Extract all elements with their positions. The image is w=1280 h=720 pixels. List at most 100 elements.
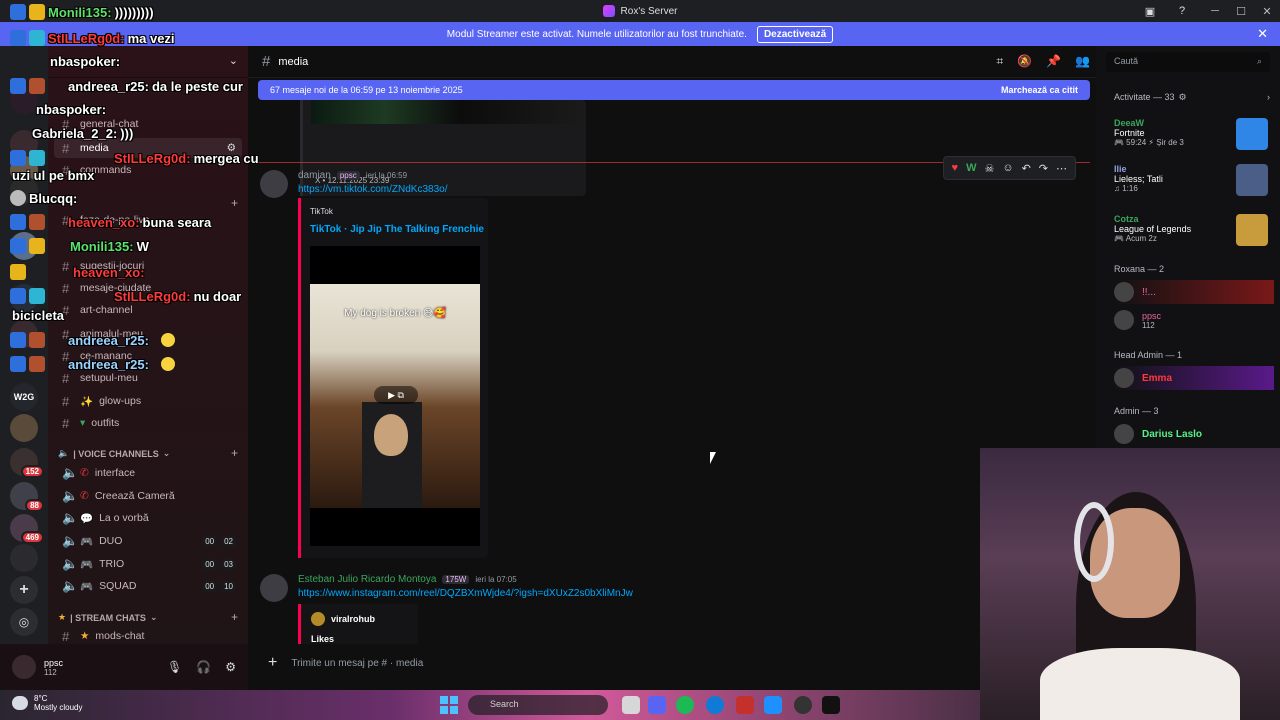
category-stream-chats[interactable]: ★ | STREAM CHATS ⌄ (58, 612, 157, 623)
mark-read-button[interactable]: Marchează ca citit (1001, 85, 1078, 95)
app-icon[interactable] (764, 696, 782, 714)
message-link[interactable]: https://vm.tiktok.com/ZNdKc383o/ (298, 184, 448, 195)
message-author[interactable]: Esteban Julio Ricardo Montoya (298, 574, 436, 585)
minimize-button[interactable]: ─ (1202, 5, 1228, 17)
channel-mods-chat[interactable]: # ★ mods-chat (54, 626, 242, 644)
server-icon[interactable] (10, 284, 38, 312)
message-author[interactable]: damian (298, 170, 331, 181)
activity-item[interactable]: Cotza League of Legends 🎮 Acum 2z (1114, 214, 1274, 250)
channel-commands[interactable]: # commands (54, 160, 242, 180)
w2g-server-icon[interactable]: W2G (10, 383, 38, 411)
server-icon[interactable] (10, 176, 38, 204)
member-item[interactable]: ppsc 112 (1114, 308, 1274, 332)
gear-icon[interactable]: ⚙ (225, 660, 236, 674)
w-reaction-icon[interactable]: W (966, 162, 976, 174)
channel-mesaje-ciudate[interactable]: # mesaje-ciudate (54, 278, 242, 298)
member-item[interactable]: Darius Laslo (1114, 422, 1274, 446)
add-reaction-icon[interactable]: ☺ (1002, 162, 1013, 174)
server-icon[interactable]: 88 (10, 482, 44, 512)
settings-icon[interactable]: ⚙ (227, 142, 236, 154)
server-icon[interactable] (10, 320, 38, 348)
threads-icon[interactable]: ⌗ (996, 54, 1003, 69)
heart-reaction-icon[interactable]: ♥ (952, 162, 959, 174)
server-icon[interactable] (10, 130, 38, 158)
user-info[interactable]: ppsc 112 (44, 658, 63, 677)
server-icon[interactable] (10, 414, 38, 442)
discord-icon[interactable] (648, 696, 666, 714)
avatar[interactable] (260, 574, 288, 602)
windows-start-icon[interactable] (440, 696, 458, 714)
channel-glow-ups[interactable]: # ✨ glow-ups (54, 391, 242, 411)
voice-interface[interactable]: 🔈 ✆ interface (54, 463, 242, 483)
close-banner-icon[interactable]: ✕ (1257, 26, 1268, 42)
spotify-icon[interactable] (676, 696, 694, 714)
channel-setupul-meu[interactable]: # setupul-meu (54, 368, 242, 388)
members-icon[interactable]: 👥 (1075, 54, 1090, 69)
file-explorer-icon[interactable] (622, 696, 640, 714)
close-window-button[interactable]: ✕ (1254, 5, 1280, 18)
voice-squad[interactable]: 🔈 🎮 SQUAD 00 10 (54, 576, 242, 596)
server-header[interactable]: ⌄ (48, 46, 248, 78)
voice-duo[interactable]: 🔈 🎮 DUO 00 02 (54, 531, 242, 551)
add-voice-channel-icon[interactable]: + (231, 446, 238, 460)
channel-ce-mananc[interactable]: # ce-mananc (54, 346, 242, 366)
microphone-icon[interactable]: 🎙 (167, 660, 182, 674)
help-icon[interactable]: ? (1174, 3, 1190, 19)
activity-item[interactable]: DeeaW Fortnite 🎮 59:24 ⚡ Șir de 3 (1114, 118, 1274, 154)
member-item[interactable]: !!... (1114, 280, 1274, 304)
avatar[interactable] (12, 655, 36, 679)
embed-video[interactable]: My dog is broken 😅🥰 ▶ ⧉ (310, 246, 480, 546)
member-item[interactable]: Emma (1114, 366, 1274, 390)
disable-streamer-mode-button[interactable]: Dezactivează (756, 25, 834, 43)
mute-bell-icon[interactable]: 🔕 (1017, 54, 1032, 69)
channel-sugestii-jocuri[interactable]: # sugestii-jocuri (54, 256, 242, 276)
add-stream-channel-icon[interactable]: + (231, 610, 238, 624)
voice-creeaza-camera[interactable]: 🔈 ✆ Creează Cameră (54, 486, 242, 506)
chevron-down-icon[interactable]: ⌄ (229, 54, 238, 67)
server-icon[interactable] (10, 544, 38, 572)
embed-account[interactable]: viralrohub (311, 612, 375, 626)
inbox-icon[interactable]: ▣ (1142, 3, 1158, 19)
add-server-icon[interactable]: + (10, 576, 38, 604)
gear-icon[interactable]: ⚙ (1179, 92, 1187, 103)
activity-item[interactable]: Ilie Lieless; Tatli ♫ 1:16 (1114, 164, 1274, 200)
channel-media[interactable]: # media ⚙ (54, 138, 242, 158)
embed-title[interactable]: TikTok · Jip Jip The Talking Frenchie (310, 224, 484, 235)
avatar[interactable] (260, 170, 288, 198)
embed-image[interactable] (311, 100, 581, 124)
server-icon[interactable]: 469 (10, 514, 44, 544)
new-messages-bar[interactable]: 67 mesaje noi de la 06:59 pe 13 noiembri… (258, 80, 1090, 100)
play-icon[interactable]: ▶ ⧉ (374, 386, 418, 404)
message-input[interactable]: Trimite un mesaj pe # · media (291, 658, 423, 669)
pin-icon[interactable]: 📌 (1046, 54, 1061, 69)
attach-icon[interactable]: + (268, 654, 277, 672)
server-icon[interactable]: 152 (10, 448, 44, 478)
maximize-button[interactable]: ☐ (1228, 5, 1254, 18)
channel-outfits[interactable]: # ▾ outfits (54, 413, 242, 433)
voice-trio[interactable]: 🔈 🎮 TRIO 00 03 (54, 554, 242, 574)
voice-la-o-vorba[interactable]: 🔈 💬 La o vorbă (54, 508, 242, 528)
channel-art-channel[interactable]: # art-channel (54, 300, 242, 320)
skull-reaction-icon[interactable]: ☠ (984, 162, 994, 175)
chevron-right-icon[interactable]: › (1267, 92, 1270, 103)
channel-animalul-meu[interactable]: # animalul-meu (54, 324, 242, 344)
app-icon[interactable] (736, 696, 754, 714)
discover-icon[interactable]: ◎ (10, 608, 38, 636)
tiktok-icon[interactable] (822, 696, 840, 714)
category-voice-channels[interactable]: 🔈 | VOICE CHANNELS ⌄ (58, 448, 170, 459)
forward-icon[interactable]: ↷ (1039, 162, 1048, 175)
headphones-icon[interactable]: 🎧 (196, 660, 211, 674)
message-composer[interactable]: + Trimite un mesaj pe # · media 🎁 (258, 646, 1090, 680)
taskbar-search[interactable]: Search (468, 695, 608, 715)
message-link[interactable]: https://www.instagram.com/reel/DQZBXmWjd… (298, 588, 633, 599)
edge-icon[interactable] (706, 696, 724, 714)
server-icon[interactable] (10, 86, 38, 114)
add-channel-icon[interactable]: + (231, 196, 238, 210)
channel-general-chat[interactable]: # general-chat (54, 114, 242, 134)
server-icon[interactable] (10, 232, 38, 260)
search-input[interactable]: Caută ⌕ (1106, 52, 1270, 72)
weather-widget[interactable]: 8°C Mostly cloudy (12, 694, 82, 712)
channel-faze-de-pe-live[interactable]: # faze-de-pe-live (54, 210, 242, 230)
reply-icon[interactable]: ↶ (1022, 162, 1031, 175)
activity-header[interactable]: Activitate — 33 ⚙ › (1114, 92, 1270, 103)
